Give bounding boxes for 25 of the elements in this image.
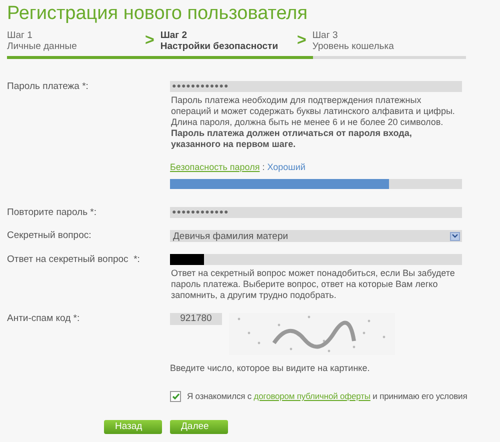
hint-text: Введите число, которое вы видите на картинке. [170, 363, 371, 374]
offer-link[interactable]: договором публичной оферты [254, 391, 370, 401]
field-label: Анти-спам код *: [7, 313, 81, 326]
chevron-icon: > [145, 29, 154, 53]
step-indicator: Шаг 3 Уровень кошелька [312, 30, 394, 52]
help-text: Ответ на секретный вопрос может понадобиться, если Вы забудете пароль платежа. Выберите вопрос, ответ на которые Вам легко запомнить, а другим трудно подобрать. [170, 268, 456, 301]
field-label: Секретный вопрос: [7, 230, 92, 242]
checkbox[interactable] [170, 390, 181, 402]
strength-text: Безопасность пароля : Хороший [170, 162, 306, 173]
field-label: Ответ на секретный вопрос *: [7, 254, 141, 267]
captcha-input-field[interactable]: 921780 [170, 313, 222, 325]
nav-button[interactable]: Назад [104, 420, 162, 434]
step-indicator: Шаг 2 Настройки безопасности [160, 30, 278, 52]
chevron-icon: > [297, 29, 306, 53]
field-label: Пароль платежа *: [7, 81, 90, 94]
field-label: Повторите пароль *: [7, 207, 98, 218]
answer-field[interactable] [170, 254, 462, 265]
help-text: Пароль платежа необходим для подтверждения платежных операций и может содержать буквы латинского алфавита и цифры. Длина пароля, должна быть не менее 6 и не более 20 символов. Пароль платежа должен отличаться от пароля входа, указанного на первом шаге. [170, 95, 456, 150]
agreement-text: Я ознакомился с договором публичной оферты и принимаю его условия [187, 390, 468, 403]
step-indicator: Шаг 1 Личные данные [7, 30, 77, 52]
dropdown-field[interactable]: Девичья фамилия матери [170, 230, 462, 242]
caret-icon [450, 232, 460, 240]
page-title: Регистрация нового пользователя [7, 2, 309, 26]
nav-button[interactable]: Далее [170, 420, 228, 434]
strength-link[interactable]: Безопасность пароля [170, 162, 260, 172]
